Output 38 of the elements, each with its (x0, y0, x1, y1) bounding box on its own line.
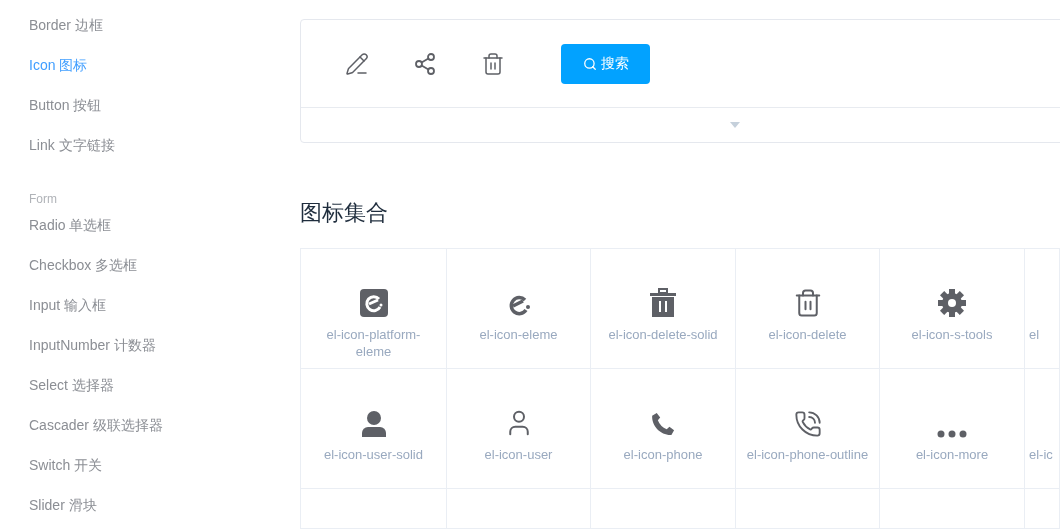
sidebar-item[interactable]: Button 按钮 (29, 94, 102, 116)
trash-icon (649, 288, 677, 318)
icon-name: el-icon-delete-solid (607, 326, 719, 343)
icon-name: el-icon-eleme (478, 326, 559, 343)
search-button[interactable]: 搜索 (561, 43, 650, 84)
icon-name: el-icon-user (483, 446, 554, 463)
section-title: 图标集合 (300, 199, 388, 227)
sidebar-item[interactable]: Slider 滑块 (29, 494, 97, 516)
icon-name: el-icon-more (914, 446, 990, 463)
icon-name: el-icon-user-solid (323, 446, 424, 463)
sidebar-item[interactable]: InputNumber 计数器 (29, 334, 156, 356)
user-icon (360, 410, 387, 438)
phone-icon (649, 410, 677, 438)
eleme-logo-icon (358, 288, 389, 318)
sidebar-item[interactable]: Checkbox 多选框 (29, 254, 138, 276)
trash-icon[interactable] (481, 51, 505, 76)
icon-name: el-icon-delete (767, 326, 848, 343)
sidebar-group-title: Form (29, 191, 57, 208)
gear-icon (937, 288, 967, 318)
icon-name: el (1028, 326, 1040, 343)
more-icon (937, 430, 967, 438)
icon-name: el-icon-platform-eleme (325, 326, 422, 360)
sidebar-item[interactable]: Icon 图标 (29, 54, 88, 76)
edit-icon[interactable] (345, 51, 369, 76)
sidebar-item[interactable]: Switch 开关 (29, 454, 103, 476)
icon-name: el-ic (1028, 446, 1053, 463)
icon-name: el-icon-s-tools (910, 326, 994, 343)
search-icon (582, 56, 597, 71)
sidebar-item[interactable]: Link 文字链接 (29, 134, 115, 156)
icon-name: el-icon-phone-outline (745, 446, 870, 463)
sidebar-item[interactable]: Cascader 级联选择器 (29, 414, 163, 436)
icon-name: el-icon-phone (622, 446, 704, 463)
sidebar-item[interactable]: Border 边框 (29, 14, 103, 36)
sidebar-item[interactable]: Input 输入框 (29, 294, 107, 316)
sidebar-item[interactable]: Radio 单选框 (29, 214, 112, 236)
share-icon[interactable] (413, 51, 437, 76)
sidebar-item[interactable]: Select 选择器 (29, 374, 114, 396)
phone-icon (793, 410, 822, 438)
